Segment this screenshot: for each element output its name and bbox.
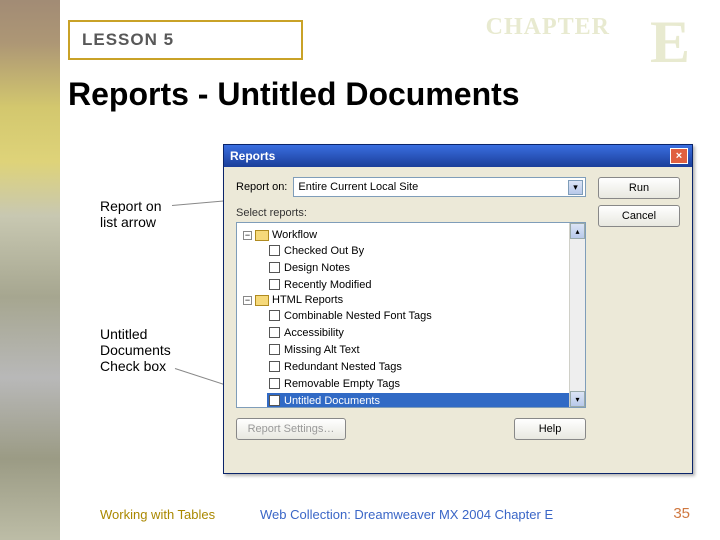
chevron-down-icon[interactable]: ▾	[568, 180, 583, 195]
scroll-down-icon[interactable]: ▾	[570, 391, 585, 407]
tree-item-label: Checked Out By	[284, 245, 364, 257]
chapter-letter: E	[650, 8, 690, 77]
tree-group: − Workflow	[243, 229, 579, 241]
report-on-label: Report on:	[236, 181, 287, 193]
footer-left: Working with Tables	[100, 507, 215, 522]
folder-icon	[255, 295, 269, 306]
tree-item[interactable]: Accessibility	[267, 325, 579, 340]
tree-item[interactable]: Recently Modified	[267, 277, 579, 292]
checkbox[interactable]	[269, 262, 280, 273]
scroll-up-icon[interactable]: ▴	[570, 223, 585, 239]
checkbox[interactable]	[269, 327, 280, 338]
report-on-value: Entire Current Local Site	[298, 181, 568, 193]
tree-group-label: HTML Reports	[272, 294, 343, 306]
checkbox[interactable]	[269, 378, 280, 389]
lesson-label: LESSON 5	[82, 30, 174, 49]
tree-item-label: Design Notes	[284, 262, 350, 274]
tree-item[interactable]: Design Notes	[267, 260, 579, 275]
checkbox[interactable]	[269, 279, 280, 290]
folder-icon	[255, 230, 269, 241]
reports-dialog: Reports × Report on: Entire Current Loca…	[223, 144, 693, 474]
tree-item[interactable]: ✓ Untitled Documents	[267, 393, 579, 408]
callout-untitled-checkbox: Untitled Documents Check box	[100, 326, 171, 374]
slide-title: Reports - Untitled Documents	[68, 76, 520, 113]
tree-item-label: Missing Alt Text	[284, 344, 360, 356]
cancel-button[interactable]: Cancel	[598, 205, 680, 227]
callout-report-on-arrow: Report on list arrow	[100, 198, 161, 230]
tree-item[interactable]: Redundant Nested Tags	[267, 359, 579, 374]
checkbox[interactable]	[269, 361, 280, 372]
report-on-combo[interactable]: Entire Current Local Site ▾	[293, 177, 586, 197]
footer-page-number: 35	[673, 505, 690, 522]
select-reports-label: Select reports:	[236, 207, 586, 219]
tree-item-label: Removable Empty Tags	[284, 378, 400, 390]
tree-item-label: Accessibility	[284, 327, 344, 339]
checkbox[interactable]	[269, 344, 280, 355]
tree-item-label: Untitled Documents	[284, 395, 380, 407]
close-button[interactable]: ×	[670, 148, 688, 164]
tree-item[interactable]: Removable Empty Tags	[267, 376, 579, 391]
footer-center: Web Collection: Dreamweaver MX 2004 Chap…	[260, 507, 553, 522]
report-settings-button[interactable]: Report Settings…	[236, 418, 346, 440]
tree-item-label: Combinable Nested Font Tags	[284, 310, 432, 322]
collapse-icon[interactable]: −	[243, 296, 252, 305]
decorative-left-strip	[0, 0, 60, 540]
scrollbar[interactable]: ▴ ▾	[569, 223, 585, 407]
tree-group: − HTML Reports	[243, 294, 579, 306]
tree-item[interactable]: Combinable Nested Font Tags	[267, 308, 579, 323]
tree-item-label: Recently Modified	[284, 279, 371, 291]
tree-group-label: Workflow	[272, 229, 317, 241]
checkbox[interactable]	[269, 245, 280, 256]
tree-item[interactable]: Missing Alt Text	[267, 342, 579, 357]
tree-item[interactable]: Checked Out By	[267, 243, 579, 258]
run-button[interactable]: Run	[598, 177, 680, 199]
chapter-label: CHAPTER	[486, 14, 610, 41]
reports-tree[interactable]: − Workflow Checked Out By Design Notes Recen…	[236, 222, 586, 408]
dialog-title: Reports	[230, 149, 275, 163]
dialog-titlebar: Reports ×	[224, 145, 692, 167]
tree-item-label: Redundant Nested Tags	[284, 361, 402, 373]
lesson-box: LESSON 5	[68, 20, 303, 60]
checkbox[interactable]	[269, 310, 280, 321]
help-button[interactable]: Help	[514, 418, 586, 440]
checkbox[interactable]: ✓	[269, 395, 280, 406]
collapse-icon[interactable]: −	[243, 231, 252, 240]
